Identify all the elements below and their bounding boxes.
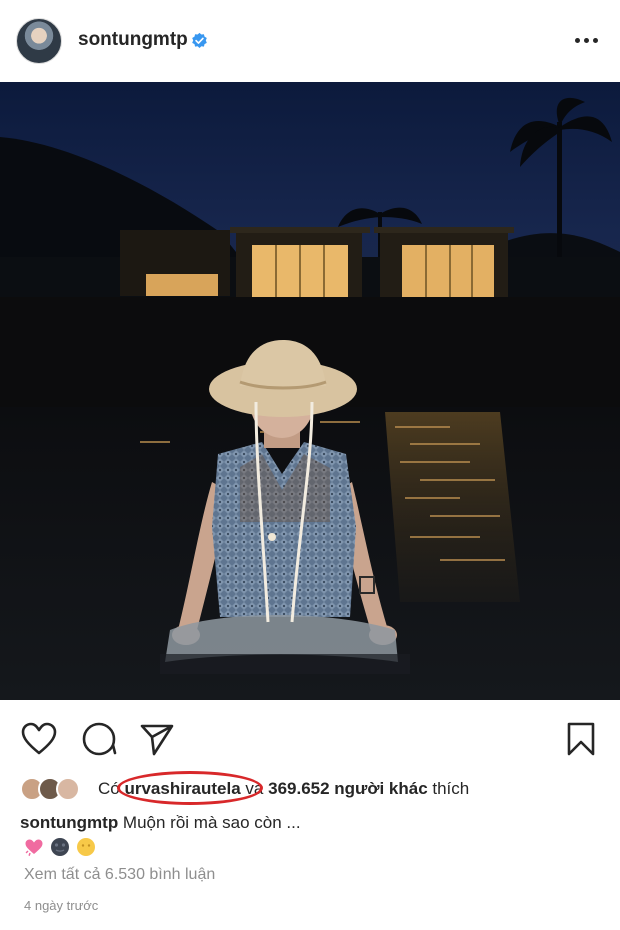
action-bar bbox=[0, 720, 620, 760]
caption-username[interactable]: sontungmtp bbox=[20, 813, 118, 832]
likes-row: Có urvashirautela và 369.652 người khác … bbox=[20, 775, 610, 803]
heart-icon[interactable] bbox=[20, 720, 58, 758]
view-all-comments-link[interactable]: Xem tất cả 6.530 bình luận bbox=[24, 866, 215, 884]
avatar[interactable] bbox=[16, 18, 62, 64]
sparkling-heart-emoji bbox=[25, 839, 43, 857]
night-beach-photo[interactable] bbox=[0, 82, 620, 700]
send-icon[interactable] bbox=[138, 720, 176, 758]
red-annotation-circle bbox=[117, 771, 263, 805]
caption-text: Muộn rồi mà sao còn ... bbox=[118, 813, 301, 832]
caption: sontungmtp Muộn rồi mà sao còn ... bbox=[20, 813, 301, 833]
photo-illustration bbox=[0, 82, 620, 700]
bookmark-icon[interactable] bbox=[562, 720, 600, 758]
new-moon-face-emoji bbox=[51, 838, 69, 856]
comment-icon[interactable] bbox=[80, 720, 118, 758]
liker-avatar[interactable] bbox=[56, 777, 80, 801]
more-options-icon[interactable] bbox=[570, 30, 602, 50]
caption-emojis bbox=[24, 836, 96, 858]
post-username[interactable]: sontungmtp bbox=[78, 29, 188, 51]
post-header: sontungmtp bbox=[0, 0, 620, 82]
likes-suffix: thích bbox=[427, 779, 470, 798]
likes-count[interactable]: 369.652 người khác bbox=[268, 779, 428, 798]
post-timestamp: 4 ngày trước bbox=[24, 898, 99, 913]
verified-badge-icon bbox=[192, 32, 207, 48]
yellow-face-emoji bbox=[77, 838, 95, 856]
